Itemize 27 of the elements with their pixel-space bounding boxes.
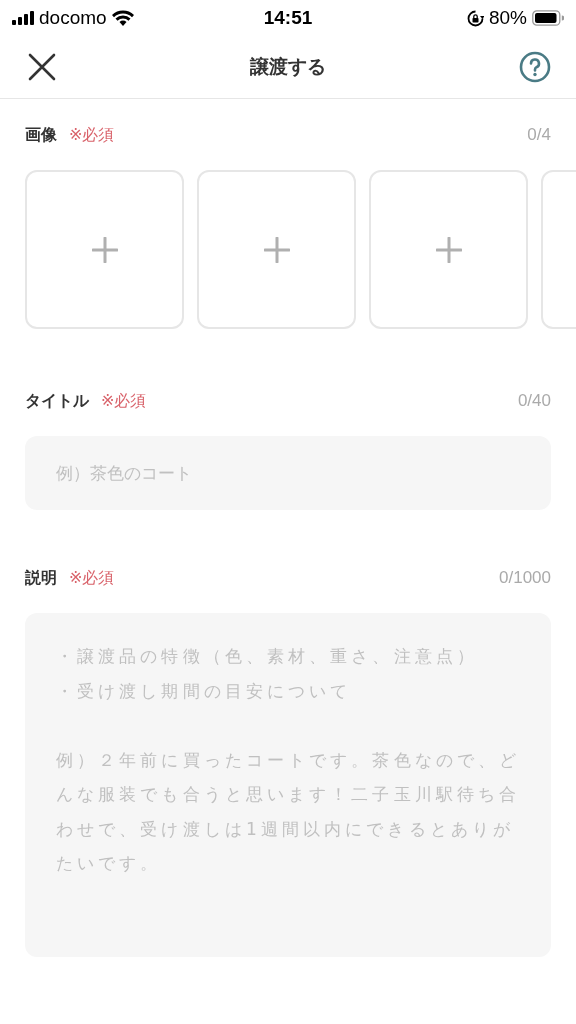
- add-image-slot[interactable]: [197, 170, 356, 329]
- help-icon: [519, 51, 551, 83]
- plus-icon: [263, 236, 290, 263]
- required-note: ※必須: [101, 391, 147, 412]
- field-label: 画像: [25, 125, 57, 146]
- plus-icon: [91, 236, 118, 263]
- clock-time: 14:51: [263, 7, 313, 29]
- required-note: ※必須: [69, 568, 115, 589]
- screen-title: 譲渡する: [249, 54, 326, 79]
- close-icon: [28, 53, 56, 81]
- character-counter: 0/4: [527, 125, 551, 145]
- plus-icon: [435, 236, 462, 263]
- add-image-slot[interactable]: [25, 170, 184, 329]
- close-button[interactable]: [28, 53, 56, 81]
- battery-percent: 80%: [489, 7, 527, 29]
- signal-icon: [12, 11, 34, 25]
- rotation-lock-icon: [467, 9, 484, 27]
- battery-icon: [532, 10, 564, 26]
- wifi-icon: [111, 10, 134, 26]
- add-image-slot[interactable]: [369, 170, 528, 329]
- help-button[interactable]: [519, 51, 551, 83]
- field-label: タイトル: [25, 391, 89, 412]
- required-note: ※必須: [69, 125, 115, 146]
- field-label: 説明: [25, 568, 57, 589]
- character-counter: 0/1000: [499, 568, 551, 588]
- character-counter: 0/40: [517, 391, 551, 411]
- carrier-name: docomo: [39, 7, 107, 29]
